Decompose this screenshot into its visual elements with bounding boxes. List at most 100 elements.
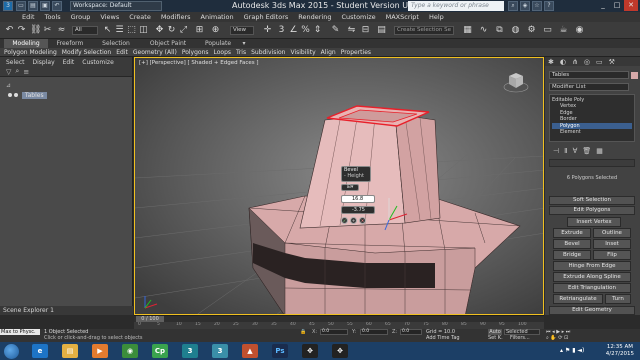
tab-populate[interactable]: Populate xyxy=(200,39,236,48)
cancel-icon[interactable]: ✕ xyxy=(359,217,366,224)
angle-snap-icon[interactable]: ∠ xyxy=(288,25,299,36)
menu-edit[interactable]: Edit xyxy=(22,13,35,21)
new-file-icon[interactable]: ▭ xyxy=(16,1,26,11)
explorer-menu-select[interactable]: Select xyxy=(6,59,25,66)
rendered-frame-icon[interactable]: ▭ xyxy=(542,25,553,36)
mirror-icon[interactable]: ⇋ xyxy=(346,25,357,36)
time-slider[interactable]: 0 / 100 xyxy=(134,315,544,322)
rect-selection-icon[interactable]: ⬚ xyxy=(126,25,137,36)
ribbon-tris[interactable]: Tris xyxy=(236,49,246,56)
workspace-dropdown[interactable]: Workspace: Default xyxy=(70,1,162,11)
z-coordinate-field[interactable]: 0.0 xyxy=(400,329,422,335)
photoshop-icon[interactable]: Ps xyxy=(272,344,288,358)
communication-icon[interactable]: ☆ xyxy=(532,1,542,11)
extrude-along-spline-button[interactable]: Extrude Along Spline xyxy=(553,272,631,282)
turn-button[interactable]: Turn xyxy=(605,294,631,304)
open-file-icon[interactable]: ▤ xyxy=(28,1,38,11)
bridge-button[interactable]: Bridge xyxy=(553,250,591,260)
menu-customize[interactable]: Customize xyxy=(341,13,375,21)
stack-element[interactable]: Element xyxy=(552,129,632,135)
render-setup-icon[interactable]: ⚙ xyxy=(526,25,537,36)
ribbon-polygons[interactable]: Polygons xyxy=(182,49,209,56)
align-icon[interactable]: ⊟ xyxy=(360,25,371,36)
make-unique-icon[interactable]: ∀ xyxy=(573,147,578,155)
select-object-icon[interactable]: ↖ xyxy=(102,25,113,36)
configure-sets-icon[interactable]: ▦ xyxy=(596,147,603,155)
modifier-list-dropdown[interactable]: Modifier List xyxy=(549,83,629,91)
freeze-icon[interactable] xyxy=(14,93,18,97)
pin-stack-icon[interactable]: ⊣ xyxy=(553,147,559,155)
reference-coordinate-dropdown[interactable]: View xyxy=(230,26,254,35)
menu-help[interactable]: Help xyxy=(429,13,444,21)
ribbon-polygon-modeling[interactable]: Polygon Modeling xyxy=(4,49,57,56)
gallery-icon[interactable]: ▲ xyxy=(242,344,258,358)
tab-modeling[interactable]: Modeling xyxy=(4,39,48,48)
lock-selection-icon[interactable]: 🔒 xyxy=(300,329,306,335)
unity-2-icon[interactable]: ✥ xyxy=(332,344,348,358)
extrude-button[interactable]: Extrude xyxy=(553,228,591,238)
outline-button[interactable]: Outline xyxy=(593,228,631,238)
explorer-menu-customize[interactable]: Customize xyxy=(82,59,114,66)
maxscript-listener[interactable]: Max to Physc. xyxy=(0,329,40,335)
link-icon[interactable]: ⛓ xyxy=(30,25,41,36)
menu-graph-editors[interactable]: Graph Editors xyxy=(244,13,289,21)
ribbon-modify-selection[interactable]: Modify Selection xyxy=(62,49,111,56)
percent-snap-icon[interactable]: % xyxy=(300,25,311,36)
edit-triangulation-button[interactable]: Edit Triangulation xyxy=(553,283,631,293)
menu-rendering[interactable]: Rendering xyxy=(298,13,331,21)
rotate-icon[interactable]: ↻ xyxy=(166,25,177,36)
close-button[interactable]: ✕ xyxy=(624,0,638,11)
app-logo-icon[interactable]: 3 xyxy=(3,1,13,11)
ok-icon[interactable]: ✓ xyxy=(341,217,348,224)
hierarchy-tab-icon[interactable]: ⋔ xyxy=(572,58,578,66)
ribbon-subdivision[interactable]: Subdivision xyxy=(251,49,285,56)
unlink-icon[interactable]: ✂ xyxy=(42,25,53,36)
apply-icon[interactable]: + xyxy=(350,217,357,224)
track-bar[interactable]: 0 5 10 15 20 25 30 35 40 45 50 55 60 65 … xyxy=(134,322,544,329)
retriangulate-button[interactable]: Retriangulate xyxy=(553,294,603,304)
menu-maxscript[interactable]: MAXScript xyxy=(386,13,419,21)
select-manipulate-icon[interactable]: ✛ xyxy=(262,25,273,36)
tab-freeform[interactable]: Freeform xyxy=(50,39,90,48)
bevel-outline-field[interactable]: -3.75 xyxy=(341,206,375,214)
perspective-viewport[interactable]: [+] [Perspective] [ Shaded + Edged Faces… xyxy=(134,57,544,315)
set-key-button[interactable]: Set K. xyxy=(488,335,503,341)
selection-filter-dropdown[interactable]: All xyxy=(72,26,98,35)
ribbon-loops[interactable]: Loops xyxy=(214,49,232,56)
maximize-button[interactable]: □ xyxy=(610,0,624,11)
edit-named-sets-icon[interactable]: ✎ xyxy=(330,25,341,36)
named-selection-dropdown[interactable]: Create Selection Se xyxy=(394,26,454,35)
insert-vertex-button[interactable]: Insert Vertex xyxy=(567,217,621,227)
scene-explorer-footer[interactable]: Scene Explorer 1 xyxy=(0,306,133,315)
system-clock[interactable]: 12:35 AM 4/27/2015 xyxy=(606,344,634,358)
viewcube[interactable] xyxy=(503,68,529,94)
menu-group[interactable]: Group xyxy=(71,13,91,21)
filter-icon[interactable]: ▽ xyxy=(6,68,11,76)
show-end-result-icon[interactable]: Ⅱ xyxy=(564,147,567,155)
utilities-tab-icon[interactable]: ⚒ xyxy=(609,58,615,66)
navigation-controls[interactable]: ⌕ ✋ ⟳ ⊡ xyxy=(546,335,568,341)
file-explorer-icon[interactable]: ▤ xyxy=(62,344,78,358)
menu-modifiers[interactable]: Modifiers xyxy=(161,13,191,21)
edit-polygons-rollout[interactable]: Edit Polygons xyxy=(549,206,635,215)
edit-geometry-rollout[interactable]: Edit Geometry xyxy=(549,306,635,315)
spinner-snap-icon[interactable]: ⇕ xyxy=(312,25,323,36)
save-file-icon[interactable]: ▣ xyxy=(40,1,50,11)
minimize-button[interactable]: _ xyxy=(596,0,610,11)
visibility-icon[interactable] xyxy=(8,93,12,97)
display-tab-icon[interactable]: ▭ xyxy=(596,58,603,66)
menu-create[interactable]: Create xyxy=(129,13,151,21)
selection-rollout[interactable] xyxy=(549,159,635,167)
layer-manager-icon[interactable]: ▤ xyxy=(376,25,387,36)
add-time-tag[interactable]: Add Time Tag xyxy=(426,335,460,341)
unity-icon[interactable]: ✥ xyxy=(302,344,318,358)
flip-button[interactable]: Flip xyxy=(593,250,631,260)
ribbon-align[interactable]: Align xyxy=(321,49,336,56)
y-coordinate-field[interactable]: 0.0 xyxy=(360,329,388,335)
move-icon[interactable]: ✥ xyxy=(154,25,165,36)
select-by-name-icon[interactable]: ☰ xyxy=(114,25,125,36)
menu-animation[interactable]: Animation xyxy=(201,13,234,21)
search-input[interactable]: Type a keyword or phrase xyxy=(408,1,504,11)
hinge-from-edge-button[interactable]: Hinge From Edge xyxy=(553,261,631,271)
object-color-swatch[interactable] xyxy=(631,72,638,79)
